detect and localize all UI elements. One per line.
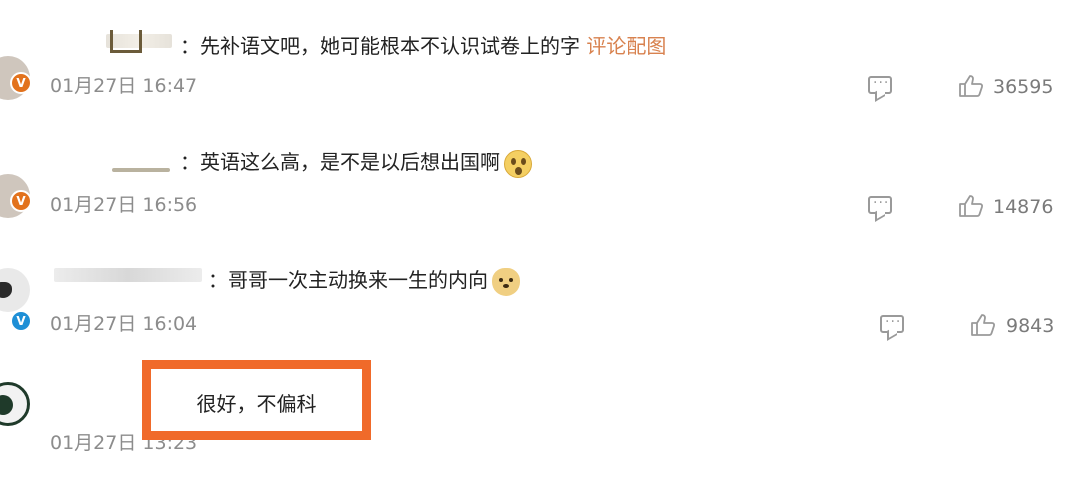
highlighted-comment-text: 很好，不偏科 (196, 392, 317, 416)
comment-text: 哥哥一次主动换来一生的内向 (228, 268, 488, 292)
highlight-box: 很好，不偏科 (142, 360, 371, 440)
like-icon[interactable] (970, 313, 996, 337)
comment-text: 英语这么高，是不是以后想出国啊 (200, 150, 500, 174)
comment-image-link[interactable]: 评论配图 (586, 34, 666, 58)
like-icon[interactable] (958, 194, 984, 218)
comment-text-line: ：哥哥一次主动换来一生的内向 (208, 264, 520, 296)
like-count: 36595 (993, 76, 1054, 98)
shocked-face-emoji-icon (504, 149, 532, 178)
timestamp: 01月27日 16:56 (50, 194, 198, 216)
timestamp: 01月27日 16:04 (50, 313, 198, 335)
comment-text: 先补语文吧，她可能根本不认识试卷上的字 (200, 34, 580, 58)
colon: ： (208, 268, 228, 292)
doge-emoji-icon (492, 267, 520, 296)
colon: ： (180, 34, 200, 58)
like-icon[interactable] (958, 74, 984, 98)
reply-icon[interactable] (868, 71, 892, 94)
avatar[interactable] (0, 382, 30, 426)
comment-text-line: ：先补语文吧，她可能根本不认识试卷上的字 评论配图 (180, 30, 666, 59)
like-count: 14876 (993, 196, 1054, 218)
verified-badge-icon: V (10, 190, 32, 212)
like-count: 9843 (1006, 315, 1055, 337)
avatar[interactable] (0, 268, 30, 312)
colon: ： (180, 150, 200, 174)
verified-badge-icon: V (10, 72, 32, 94)
comment-text-line: ：英语这么高，是不是以后想出国啊 (180, 146, 532, 178)
username-redacted[interactable] (112, 168, 170, 172)
reply-icon[interactable] (880, 310, 904, 333)
verified-badge-icon: V (10, 310, 32, 332)
username-redacted[interactable] (54, 268, 202, 282)
username-redacted[interactable] (106, 30, 172, 53)
reply-icon[interactable] (868, 191, 892, 214)
timestamp: 01月27日 16:47 (50, 75, 198, 97)
